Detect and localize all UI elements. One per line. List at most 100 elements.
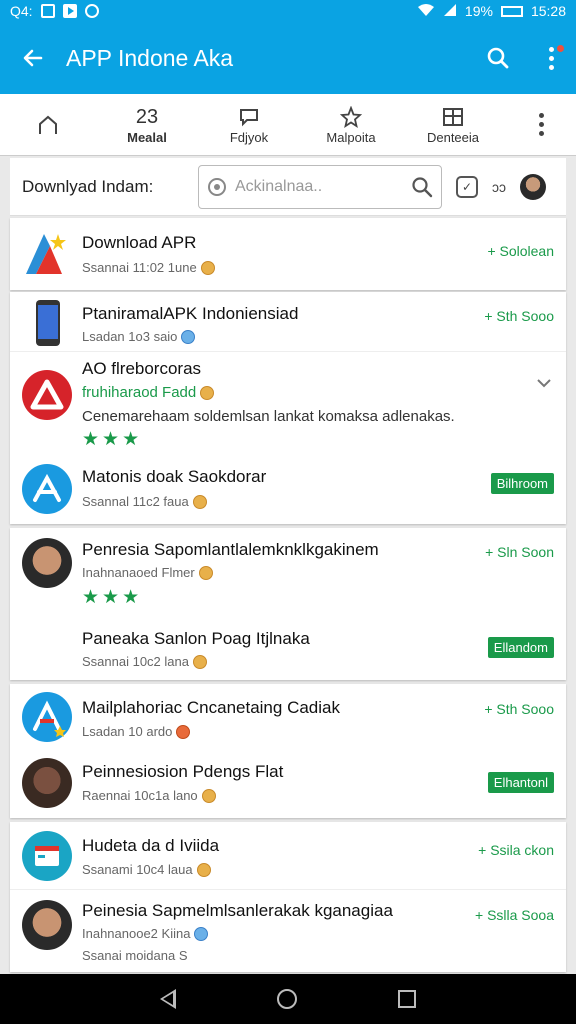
app-card: Mailplahoriac Cncanetaing Cadiak Lsadan … (10, 684, 566, 818)
nav-home-icon[interactable] (276, 989, 297, 1009)
emoji-icon (201, 788, 216, 803)
avatar[interactable] (520, 173, 546, 200)
tab-label: Fdjyok (229, 130, 269, 145)
nav-back-icon[interactable] (160, 989, 177, 1009)
search-button[interactable] (470, 46, 526, 70)
back-button[interactable] (0, 46, 66, 70)
app-name: PtaniramalAPK Indoniensiad (82, 304, 299, 323)
emoji-icon (196, 862, 211, 877)
list-item[interactable]: AO flreborcoras fruhiharaod Fadd Cenemar… (10, 352, 566, 456)
action-button[interactable]: Ellandom (487, 637, 554, 658)
list-item[interactable]: Download APR Ssannai 11:02 1une + Solole… (10, 218, 566, 290)
avatar-icon (22, 758, 72, 808)
nav-recents-icon[interactable] (397, 990, 416, 1008)
app-subtitle: Ssannai 11:02 1une (82, 260, 215, 275)
app-name: Paneaka Sanlon Poag Itjlnaka (82, 629, 310, 648)
check-icon[interactable]: ✓ (456, 175, 478, 198)
tab-bar: 23 Mealal Fdjyok Malpoita Denteeia (0, 94, 576, 156)
list-item[interactable]: Penresia Sapomlantlalemknklkgakinem Inah… (10, 528, 566, 618)
app-name: Penresia Sapomlantlalemknklkgakinem (82, 540, 379, 559)
app-name: AO flreborcoras (82, 359, 202, 378)
app-subtitle-secondary: Ssanai moidana S (82, 948, 188, 963)
list-item[interactable]: Peinesia Sapmelmlsanlerakak kganagiaa In… (10, 890, 566, 972)
tab-count: 23 (135, 105, 159, 128)
search-input[interactable] (235, 177, 403, 196)
tab-label: Mealal (127, 130, 167, 145)
overflow-menu-button[interactable] (526, 44, 576, 70)
status-left-text: Q4: (10, 3, 33, 19)
system-nav-bar (0, 974, 576, 1024)
tab-mealal[interactable]: 23 Mealal (96, 94, 198, 155)
notification-icon (40, 4, 55, 18)
tab-label: Denteeia (426, 130, 480, 145)
app-subtitle: Lsadan 1o3 saio (82, 329, 196, 344)
action-link[interactable]: + Ssila ckon (478, 842, 554, 858)
page-title: APP Indone Aka (66, 44, 234, 71)
record-icon (208, 177, 226, 196)
app-card: Hudeta da d Iviida Ssanami 10c4 laua + S… (10, 822, 566, 972)
action-link[interactable]: + Sololean (487, 243, 554, 259)
tab-denteeia[interactable]: Denteeia (402, 94, 504, 155)
sync-icon (84, 4, 99, 18)
home-icon (37, 112, 59, 138)
red-blue-a-logo-icon (22, 228, 72, 278)
app-subtitle: Ssannal 11c2 faua (82, 494, 207, 509)
more-vert-icon (538, 113, 544, 136)
search-row: Downlyad Indam: ✓ ɔɔ (10, 158, 566, 216)
more-vert-icon (548, 46, 554, 70)
search-box[interactable] (198, 164, 442, 209)
star-icon (340, 104, 362, 130)
play-icon (62, 4, 77, 18)
app-name: Peinesia Sapmelmlsanlerakak kganagiaa (82, 901, 393, 920)
emoji-icon (181, 329, 196, 344)
list-item[interactable]: Matonis doak Saokdorar Ssannal 11c2 faua… (10, 456, 566, 524)
rating-stars: ★★★ (82, 587, 143, 608)
action-link[interactable]: + Sth Sooo (484, 308, 554, 324)
list-item[interactable]: Hudeta da d Iviida Ssanami 10c4 laua + S… (10, 822, 566, 890)
app-card: Penresia Sapomlantlalemknklkgakinem Inah… (10, 528, 566, 680)
action-link[interactable]: + Sslla Sooa (475, 907, 554, 923)
tab-malpoita[interactable]: Malpoita (300, 94, 402, 155)
emoji-icon (200, 385, 215, 400)
action-link[interactable]: + Sth Sooo (484, 701, 554, 717)
notification-dot (557, 44, 564, 52)
app-subtitle: Lsadan 10 ardo (82, 724, 191, 739)
app-name: Matonis doak Saokdorar (82, 467, 267, 486)
browser-icon (22, 831, 72, 881)
action-link[interactable]: + Sln Soon (485, 544, 554, 560)
emoji-icon (194, 926, 209, 941)
status-bar: Q4: 19% 15:28 (0, 0, 576, 22)
list-item[interactable]: PtaniramalAPK Indoniensiad Lsadan 1o3 sa… (10, 292, 566, 352)
emoji-icon (198, 565, 213, 580)
app-description: Cenemarehaam soldemlsan lankat komaksa a… (82, 408, 455, 425)
app-subtitle: Ssanami 10c4 laua (82, 862, 211, 877)
wifi-icon (417, 3, 435, 20)
avatar-icon (22, 538, 72, 588)
tab-home[interactable] (0, 94, 96, 155)
list-item[interactable]: Paneaka Sanlon Poag Itjlnaka Ssannai 10c… (10, 618, 566, 680)
blue-a-logo-icon (22, 464, 72, 514)
app-card: Download APR Ssannai 11:02 1une + Solole… (10, 218, 566, 290)
battery-icon (500, 5, 523, 17)
list-item[interactable]: Mailplahoriac Cncanetaing Cadiak Lsadan … (10, 684, 566, 750)
app-subtitle: Inahnanooe2 Kiina (82, 926, 209, 941)
blue-a-logo-icon (22, 692, 72, 742)
tabs-more-button[interactable] (506, 94, 576, 155)
emoji-icon (192, 654, 207, 669)
app-name: Download APR (82, 233, 197, 252)
list-item[interactable]: Peinnesiosion Pdengs Flat Raennai 10c1a … (10, 750, 566, 818)
action-button[interactable]: Elhantonl (487, 772, 554, 793)
search-label: Downlyad Indam: (22, 176, 154, 196)
action-button[interactable]: Bilhroom (490, 473, 554, 494)
app-name: Peinnesiosion Pdengs Flat (82, 762, 284, 781)
red-a-logo-icon (22, 370, 72, 420)
tab-label: Malpoita (326, 130, 376, 145)
search-icon[interactable] (411, 176, 433, 198)
app-subtitle: Inahnanaoed Flmer (82, 565, 213, 580)
chevron-down-icon[interactable] (536, 372, 552, 393)
avatar-icon (22, 900, 72, 950)
tab-fdjyok[interactable]: Fdjyok (198, 94, 300, 155)
search-right-text: ɔɔ (492, 178, 506, 195)
emoji-icon (176, 724, 191, 739)
rating-stars: ★★★ (82, 429, 143, 450)
